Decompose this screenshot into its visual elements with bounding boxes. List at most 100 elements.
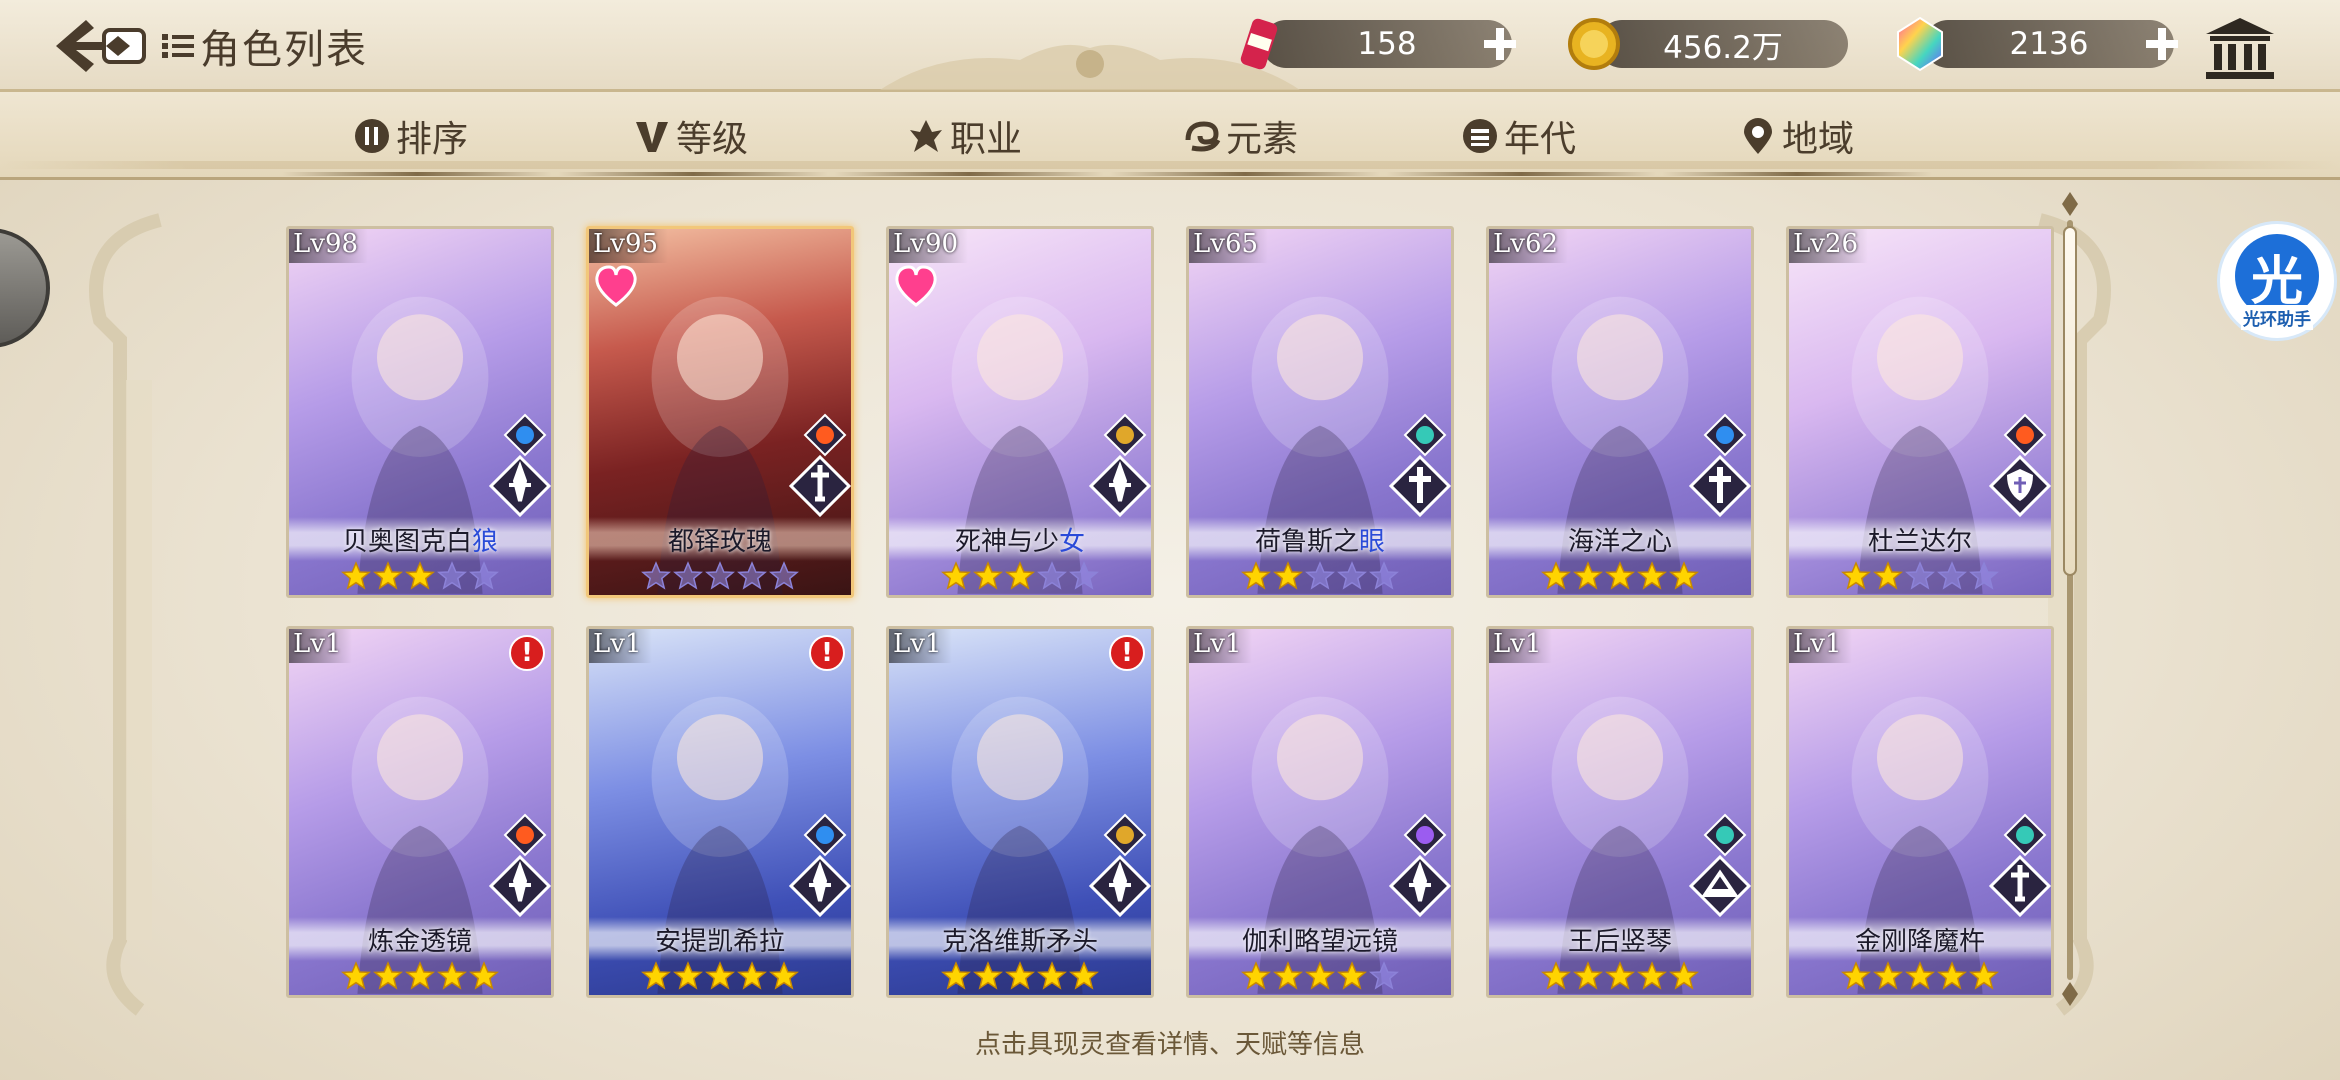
tab-class[interactable]: 职业 (906, 110, 1022, 162)
character-name: 王后竖琴 (1568, 921, 1672, 958)
name-band: 炼金透镜 (289, 917, 551, 961)
gold-counter: 456.2万 (1568, 18, 1848, 70)
era-icon (1463, 119, 1497, 153)
star-icon (1841, 961, 1871, 990)
class-shield-icon (1989, 455, 2051, 517)
level-badge: Lv1 (1789, 629, 1852, 663)
name-text: 克洛维斯矛头 (941, 926, 1098, 957)
add-gem-button[interactable] (2142, 24, 2182, 64)
scroll-cap-bottom-icon (2062, 982, 2078, 1006)
class-dagger-icon (1089, 455, 1151, 517)
star-icon (405, 561, 435, 590)
level-badge: Lv1 (1189, 629, 1252, 663)
character-name: 伽利略望远镜 (1242, 921, 1398, 958)
name-text: 炼金透镜 (367, 926, 472, 957)
tab-divider (1662, 172, 1932, 176)
star-icon (973, 561, 1003, 590)
character-card[interactable]: Lv1 王后竖琴 (1486, 626, 1754, 998)
character-card[interactable]: Lv95 都铎玫瑰 (586, 226, 854, 598)
star-empty-icon (1037, 561, 1067, 590)
tab-region-label: 地域 (1782, 119, 1855, 160)
stamina-value: 158 (1357, 26, 1417, 62)
star-icon (673, 961, 703, 990)
element-thunder-icon (1403, 813, 1447, 857)
bank-icon[interactable] (2202, 14, 2278, 82)
tab-region[interactable]: 地域 (1738, 110, 1854, 162)
star-icon (737, 961, 767, 990)
star-rating (1189, 561, 1451, 591)
tab-class-label: 职业 (950, 119, 1023, 160)
heart-icon (595, 265, 637, 307)
character-card[interactable]: Lv1 金刚降魔杵 (1786, 626, 2054, 998)
top-bar: 角色列表 158 456.2万 2136 (0, 0, 2340, 92)
star-icon (973, 961, 1003, 990)
assist-label: 光环助手 (2241, 305, 2313, 330)
character-name: 克洛维斯矛头 (942, 921, 1098, 958)
class-icon (910, 120, 942, 152)
level-badge: Lv90 (889, 229, 969, 263)
scroll-thumb[interactable] (2063, 226, 2077, 576)
name-text: 海洋之心 (1567, 526, 1672, 557)
class-dagger-icon (1389, 855, 1451, 917)
star-icon (437, 961, 467, 990)
tab-element[interactable]: 元素 (1182, 110, 1298, 162)
element-fire-icon (2003, 413, 2047, 457)
star-icon (705, 961, 735, 990)
element-fire-icon (803, 413, 847, 457)
name-highlight: 女 (1059, 526, 1086, 557)
element-water-icon (503, 413, 547, 457)
level-badge: Lv1 (589, 629, 652, 663)
tab-era[interactable]: 年代 (1460, 110, 1576, 162)
star-rating (1789, 961, 2051, 991)
assist-button[interactable]: 光 光环助手 (2220, 224, 2334, 338)
element-water-icon (1703, 413, 1747, 457)
name-text: 安提凯希拉 (654, 926, 785, 957)
name-text: 贝奥图克白 (341, 526, 472, 557)
scrollbar[interactable] (2060, 190, 2080, 1010)
level-v-icon (636, 122, 668, 152)
star-icon (1305, 961, 1335, 990)
star-empty-icon (1337, 561, 1367, 590)
back-button[interactable] (52, 14, 148, 78)
character-card[interactable]: Lv1 ! 克洛维斯矛头 (886, 626, 1154, 998)
class-dagger-icon (489, 455, 551, 517)
add-stamina-button[interactable] (1480, 24, 1520, 64)
title-group: 角色列表 (160, 18, 368, 74)
star-empty-icon (437, 561, 467, 590)
tab-sort[interactable]: 排序 (352, 110, 468, 162)
star-icon (1573, 561, 1603, 590)
tab-era-label: 年代 (1504, 119, 1577, 160)
star-icon (1669, 961, 1699, 990)
character-name: 海洋之心 (1568, 521, 1672, 558)
name-band: 海洋之心 (1489, 517, 1751, 561)
left-pillar-ornament (89, 213, 162, 1016)
tab-level[interactable]: 等级 (632, 110, 748, 162)
element-wind-icon (1703, 813, 1747, 857)
name-text: 死神与少 (954, 526, 1059, 557)
character-name: 都铎玫瑰 (668, 521, 772, 558)
element-earth-icon (1103, 413, 1147, 457)
character-card[interactable]: Lv26 杜兰达尔 (1786, 226, 2054, 598)
character-name: 安提凯希拉 (655, 921, 785, 958)
character-card[interactable]: Lv1 伽利略望远镜 (1186, 626, 1454, 998)
character-card[interactable]: Lv98 贝奥图克白狼 (286, 226, 554, 598)
character-card[interactable]: Lv62 海洋之心 (1486, 226, 1754, 598)
star-icon (405, 961, 435, 990)
star-empty-icon (1905, 561, 1935, 590)
star-icon (1605, 961, 1635, 990)
character-card[interactable]: Lv90 死神与少女 (886, 226, 1154, 598)
level-badge: Lv26 (1789, 229, 1869, 263)
name-text: 金刚降魔杵 (1854, 926, 1985, 957)
star-icon (341, 961, 371, 990)
star-empty-icon (1069, 561, 1099, 590)
character-card[interactable]: Lv65 荷鲁斯之眼 (1186, 226, 1454, 598)
star-icon (1841, 561, 1871, 590)
character-card[interactable]: Lv1 ! 安提凯希拉 (586, 626, 854, 998)
gem-value: 2136 (2009, 26, 2089, 62)
level-badge: Lv65 (1189, 229, 1269, 263)
character-card[interactable]: Lv1 ! 炼金透镜 (286, 626, 554, 998)
class-cross-icon (1389, 455, 1451, 517)
character-name: 杜兰达尔 (1868, 521, 1972, 558)
star-icon (1069, 961, 1099, 990)
level-badge: Lv98 (289, 229, 369, 263)
